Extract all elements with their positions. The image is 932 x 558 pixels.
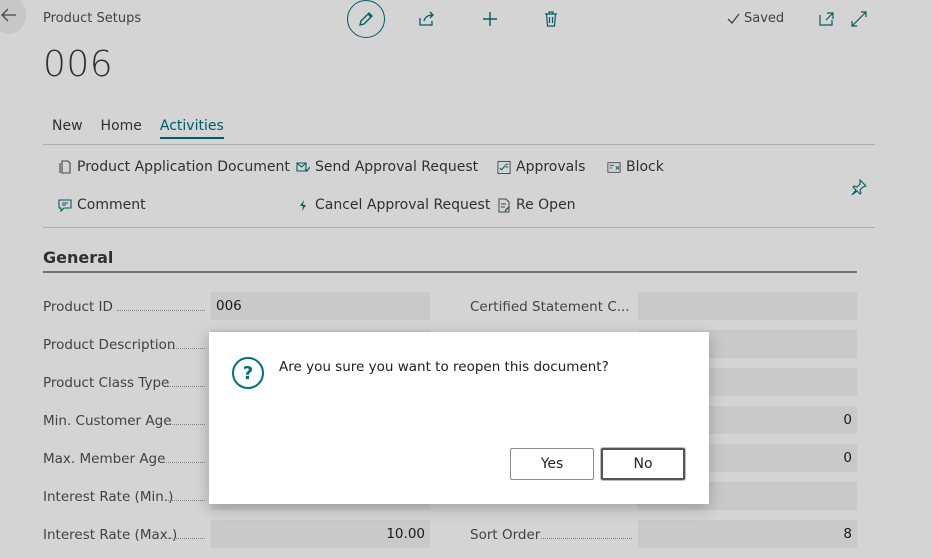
confirm-dialog: ? Are you sure you want to reopen this d… xyxy=(209,332,709,504)
dialog-message: Are you sure you want to reopen this doc… xyxy=(279,359,609,375)
question-icon: ? xyxy=(232,357,264,389)
no-button[interactable]: No xyxy=(601,448,685,480)
product-card-page: Product Setups Saved 006 New Home Activi… xyxy=(0,0,932,558)
yes-button[interactable]: Yes xyxy=(510,448,594,480)
